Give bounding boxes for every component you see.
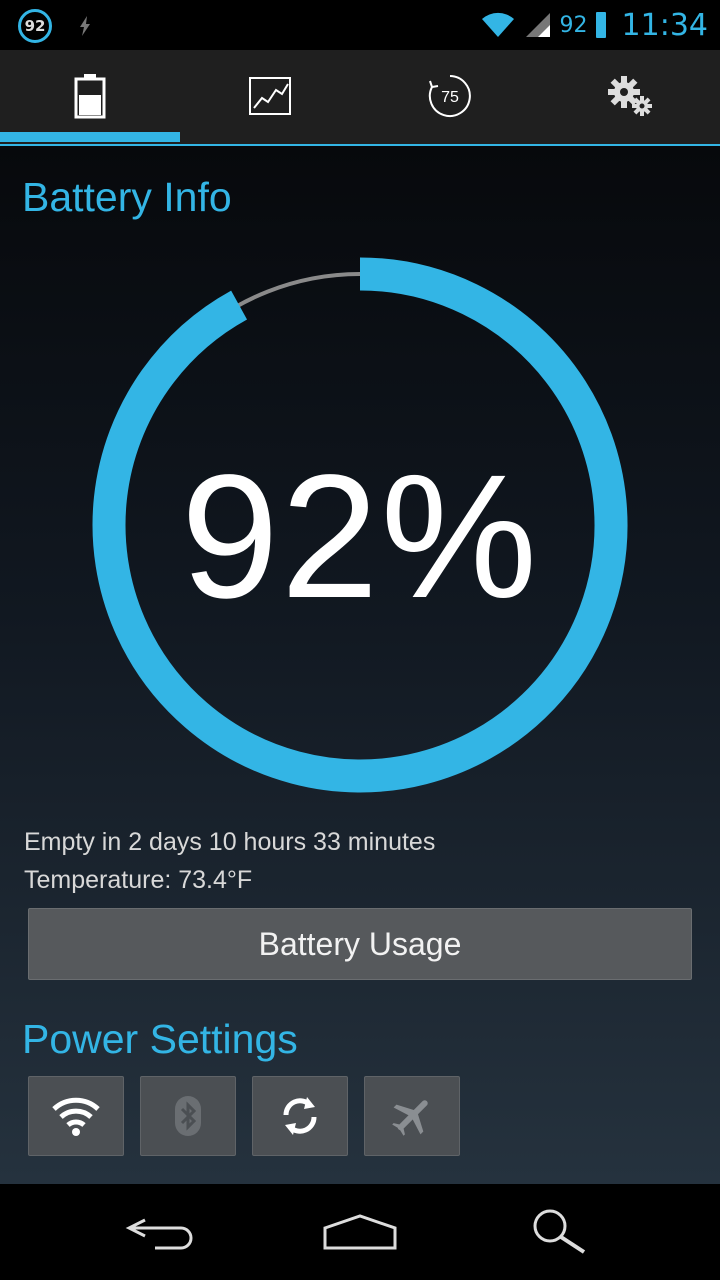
back-icon (125, 1218, 193, 1250)
tab-timer[interactable]: 75 (360, 50, 540, 142)
battery-usage-button[interactable]: Battery Usage (28, 908, 692, 980)
status-time: 11:34 (621, 7, 708, 43)
wifi-toggle-button[interactable] (28, 1076, 124, 1156)
tab-battery[interactable] (0, 50, 180, 142)
cell-signal-icon (525, 13, 550, 37)
battery-info-panel: Battery Info 92% Empty in 2 days 10 hour… (0, 146, 720, 1184)
charging-bolt-icon (80, 16, 90, 36)
sync-toggle-button[interactable] (252, 1076, 348, 1156)
timer-icon: 75 (428, 75, 471, 117)
graph-icon (249, 77, 291, 115)
battery-level-percent: 92% (180, 439, 540, 635)
status-bar: 92 92 11:34 (0, 0, 720, 50)
home-button[interactable] (300, 1184, 420, 1280)
bluetooth-icon (175, 1096, 201, 1136)
empty-estimate: Empty in 2 days 10 hours 33 minutes (24, 828, 436, 856)
temperature-readout: Temperature: 73.4°F (24, 866, 253, 894)
search-icon (533, 1209, 586, 1254)
power-settings-title: Power Settings (22, 1016, 298, 1062)
tab-graph[interactable] (180, 50, 360, 142)
battery-level-badge: 92 (18, 9, 52, 43)
battery-icon (74, 74, 106, 119)
badge-level-text: 92 (24, 17, 46, 35)
active-tab-indicator (0, 132, 180, 142)
gears-icon (608, 76, 652, 116)
bluetooth-toggle-button[interactable] (140, 1076, 236, 1156)
timer-label: 75 (441, 89, 459, 106)
tab-settings[interactable] (540, 50, 720, 142)
status-battery-icon (595, 12, 606, 38)
wifi-signal-icon (481, 12, 514, 37)
airplane-icon (392, 1100, 428, 1136)
back-button[interactable] (100, 1184, 220, 1280)
wifi-icon (52, 1097, 100, 1136)
power-toggle-row (28, 1076, 460, 1156)
airplane-toggle-button[interactable] (364, 1076, 460, 1156)
tab-bar: 75 (0, 50, 720, 146)
status-battery-level: 92 (559, 12, 588, 38)
navigation-bar (0, 1184, 720, 1280)
search-button[interactable] (500, 1184, 620, 1280)
sync-icon (283, 1097, 317, 1135)
home-icon (323, 1214, 397, 1250)
